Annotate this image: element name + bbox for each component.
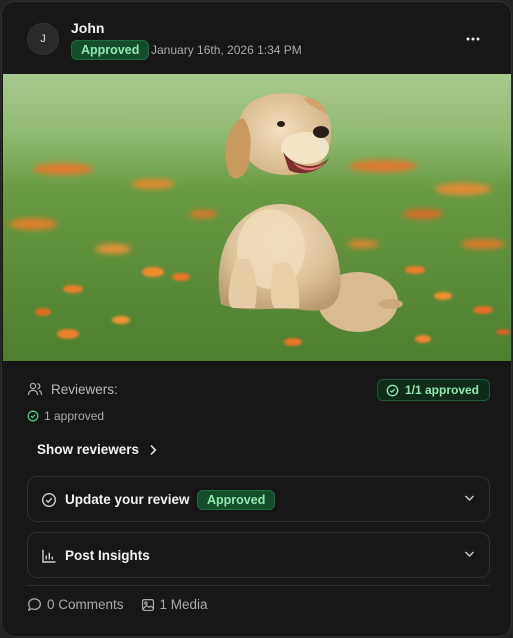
post-date: January 16th, 2026 1:34 PM [151, 43, 302, 57]
show-reviewers-button[interactable]: Show reviewers [37, 442, 157, 457]
reviewers-label: Reviewers: [51, 382, 118, 397]
post-insights-title: Post Insights [65, 548, 150, 563]
more-horizontal-icon [466, 37, 480, 41]
post-card: J John Approved January 16th, 2026 1:34 … [1, 1, 512, 637]
author-name[interactable]: John [71, 20, 104, 36]
post-insights-section[interactable]: Post Insights [27, 532, 490, 578]
update-review-title: Update your review [65, 492, 190, 507]
users-icon [27, 382, 43, 396]
media-count: 1 Media [159, 597, 208, 612]
status-badge: Approved [71, 40, 150, 60]
comment-icon [27, 598, 41, 612]
more-options-button[interactable] [460, 28, 486, 50]
comments-count: 0 Comments [47, 597, 124, 612]
bar-chart-icon [42, 549, 56, 563]
footer-divider [27, 585, 490, 586]
check-circle-icon [27, 410, 39, 422]
approved-count-text: 1 approved [44, 409, 105, 423]
image-icon [141, 598, 154, 611]
comments-button[interactable]: 0 Comments [27, 597, 124, 612]
check-circle-icon [41, 492, 57, 508]
update-review-section[interactable]: Update your review Approved [27, 476, 490, 522]
show-reviewers-label: Show reviewers [37, 442, 140, 457]
post-header: J John Approved January 16th, 2026 1:34 … [2, 2, 511, 74]
post-footer: 0 Comments 1 Media [27, 597, 208, 612]
approval-summary-text: 1/1 approved [404, 383, 479, 397]
chevron-down-icon [464, 551, 475, 558]
check-circle-icon [386, 384, 399, 396]
approved-count: 1 approved [27, 409, 104, 423]
avatar[interactable]: J [27, 23, 59, 55]
post-image[interactable] [3, 74, 512, 361]
chevron-down-icon [464, 495, 475, 502]
review-status-badge: Approved [197, 490, 276, 510]
approval-summary-badge: 1/1 approved [376, 379, 490, 401]
chevron-right-icon [150, 444, 157, 455]
reviewers-row: Reviewers: 1/1 approved [27, 379, 490, 401]
media-button[interactable]: 1 Media [141, 597, 208, 612]
